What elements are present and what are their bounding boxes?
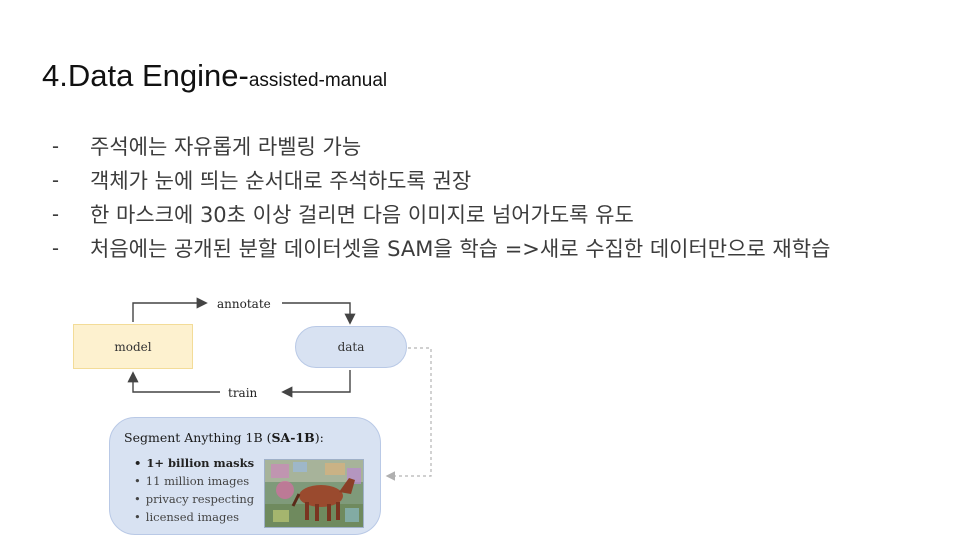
dataset-feature: • 1+ billion masks xyxy=(134,456,255,470)
bullet-text: 처음에는 공개된 분할 데이터셋을 SAM을 학습 =>새로 수집한 데이터만으… xyxy=(90,237,831,261)
slide-title: 4.Data Engine-assisted-manual xyxy=(42,58,387,94)
train-arrow-end xyxy=(127,371,220,393)
dataset-title-prefix: Segment Anything 1B ( xyxy=(124,430,272,445)
bullet-list: - 주석에는 자유롭게 라벨링 가능 - 객체가 눈에 띄는 순서대로 주석하도… xyxy=(52,130,932,278)
dataset-feature-text: 1+ billion masks xyxy=(146,456,255,470)
dataset-feature-text: 11 million images xyxy=(145,474,250,488)
model-node-label: model xyxy=(114,339,152,354)
train-arrow xyxy=(281,370,351,398)
dataset-feature-text: privacy respecting xyxy=(145,492,255,506)
data-node: data xyxy=(295,326,407,368)
dataset-card: Segment Anything 1B (SA-1B): • 1+ billion… xyxy=(109,417,381,535)
annotate-label: annotate xyxy=(217,297,271,311)
bullet-item: - 주석에는 자유롭게 라벨링 가능 xyxy=(52,130,932,164)
dataset-title-bold: SA-1B xyxy=(271,430,315,445)
bullet-item: - 객체가 눈에 띄는 순서대로 주석하도록 권장 xyxy=(52,164,932,198)
bullet-marker: - xyxy=(52,169,59,192)
dataset-feature-list: • 1+ billion masks • 11 million images • pr… xyxy=(134,454,254,526)
annotate-arrow-end xyxy=(282,302,356,325)
bullet-marker: - xyxy=(52,203,59,226)
horse-mask-illustration xyxy=(265,460,363,527)
dataset-title-suffix: ): xyxy=(314,430,324,445)
dataset-feature-text: licensed images xyxy=(145,510,240,524)
bullet-marker: - xyxy=(52,237,59,260)
train-label: train xyxy=(228,386,258,400)
dataset-dashed-arrow xyxy=(385,347,432,481)
bullet-text: 객체가 눈에 띄는 순서대로 주석하도록 권장 xyxy=(90,169,472,193)
dataset-title: Segment Anything 1B (SA-1B): xyxy=(124,430,324,445)
data-node-label: data xyxy=(337,340,365,354)
dataset-feature: • licensed images xyxy=(134,510,240,524)
slide-title-main: 4.Data Engine- xyxy=(42,58,249,93)
bullet-item: - 처음에는 공개된 분할 데이터셋을 SAM을 학습 =>새로 수집한 데이터… xyxy=(52,232,932,266)
annotate-arrow xyxy=(132,297,208,322)
dataset-feature: • 11 million images xyxy=(134,474,250,488)
model-node: model xyxy=(73,324,193,369)
data-engine-diagram: model data annotate train Segment Anythi… xyxy=(60,288,450,538)
bullet-item: - 한 마스크에 30초 이상 걸리면 다음 이미지로 넘어가도록 유도 xyxy=(52,198,932,232)
bullet-marker: - xyxy=(52,135,59,158)
bullet-text: 주석에는 자유롭게 라벨링 가능 xyxy=(90,135,362,159)
horse-mask-image xyxy=(264,459,364,528)
dataset-feature: • privacy respecting xyxy=(134,492,255,506)
slide-title-sub: assisted-manual xyxy=(248,70,388,91)
bullet-text: 한 마스크에 30초 이상 걸리면 다음 이미지로 넘어가도록 유도 xyxy=(90,203,634,227)
slide: 4.Data Engine-assisted-manual - 주석에는 자유롭… xyxy=(0,0,960,540)
